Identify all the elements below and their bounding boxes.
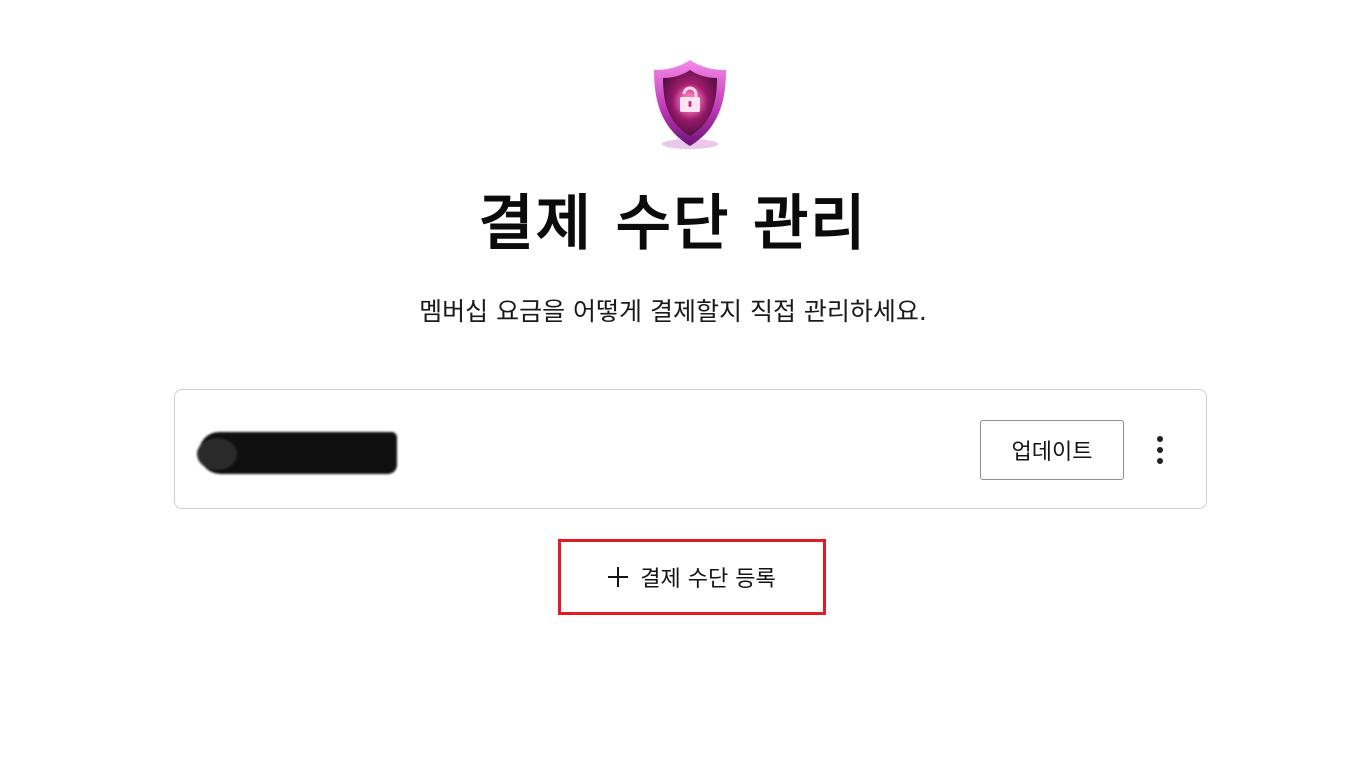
shield-lock-icon bbox=[648, 56, 732, 152]
redacted-payment-info bbox=[197, 432, 397, 474]
more-vertical-icon bbox=[1157, 436, 1163, 442]
payment-method-card: 업데이트 bbox=[174, 389, 1207, 509]
add-payment-method-label: 결제 수단 등록 bbox=[640, 567, 776, 592]
more-options-button[interactable] bbox=[1145, 430, 1175, 470]
add-payment-method-button[interactable]: 결제 수단 등록 bbox=[558, 539, 826, 615]
page-title: 결제 수단 관리 bbox=[478, 189, 868, 259]
payment-methods-page: 결제 수단 관리 멤버십 요금을 어떻게 결제할지 직접 관리하세요. 업데이트… bbox=[0, 0, 1346, 757]
update-button[interactable]: 업데이트 bbox=[980, 420, 1124, 480]
plus-icon bbox=[608, 567, 629, 587]
page-subtitle: 멤버십 요금을 어떻게 결제할지 직접 관리하세요. bbox=[419, 297, 927, 326]
